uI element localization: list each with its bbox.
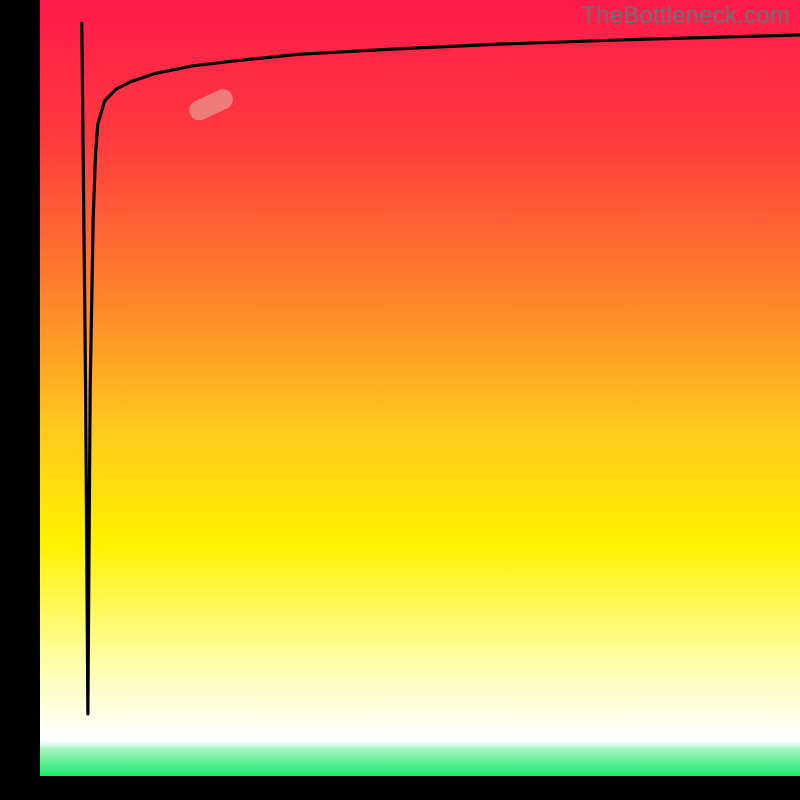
frame-left-bar: [0, 0, 40, 800]
watermark-text: TheBottleneck.com: [581, 2, 790, 30]
frame-bottom-bar: [0, 776, 800, 800]
chart-svg: [0, 0, 800, 800]
plot-gradient-area: [40, 0, 800, 776]
chart-stage: TheBottleneck.com: [0, 0, 800, 800]
